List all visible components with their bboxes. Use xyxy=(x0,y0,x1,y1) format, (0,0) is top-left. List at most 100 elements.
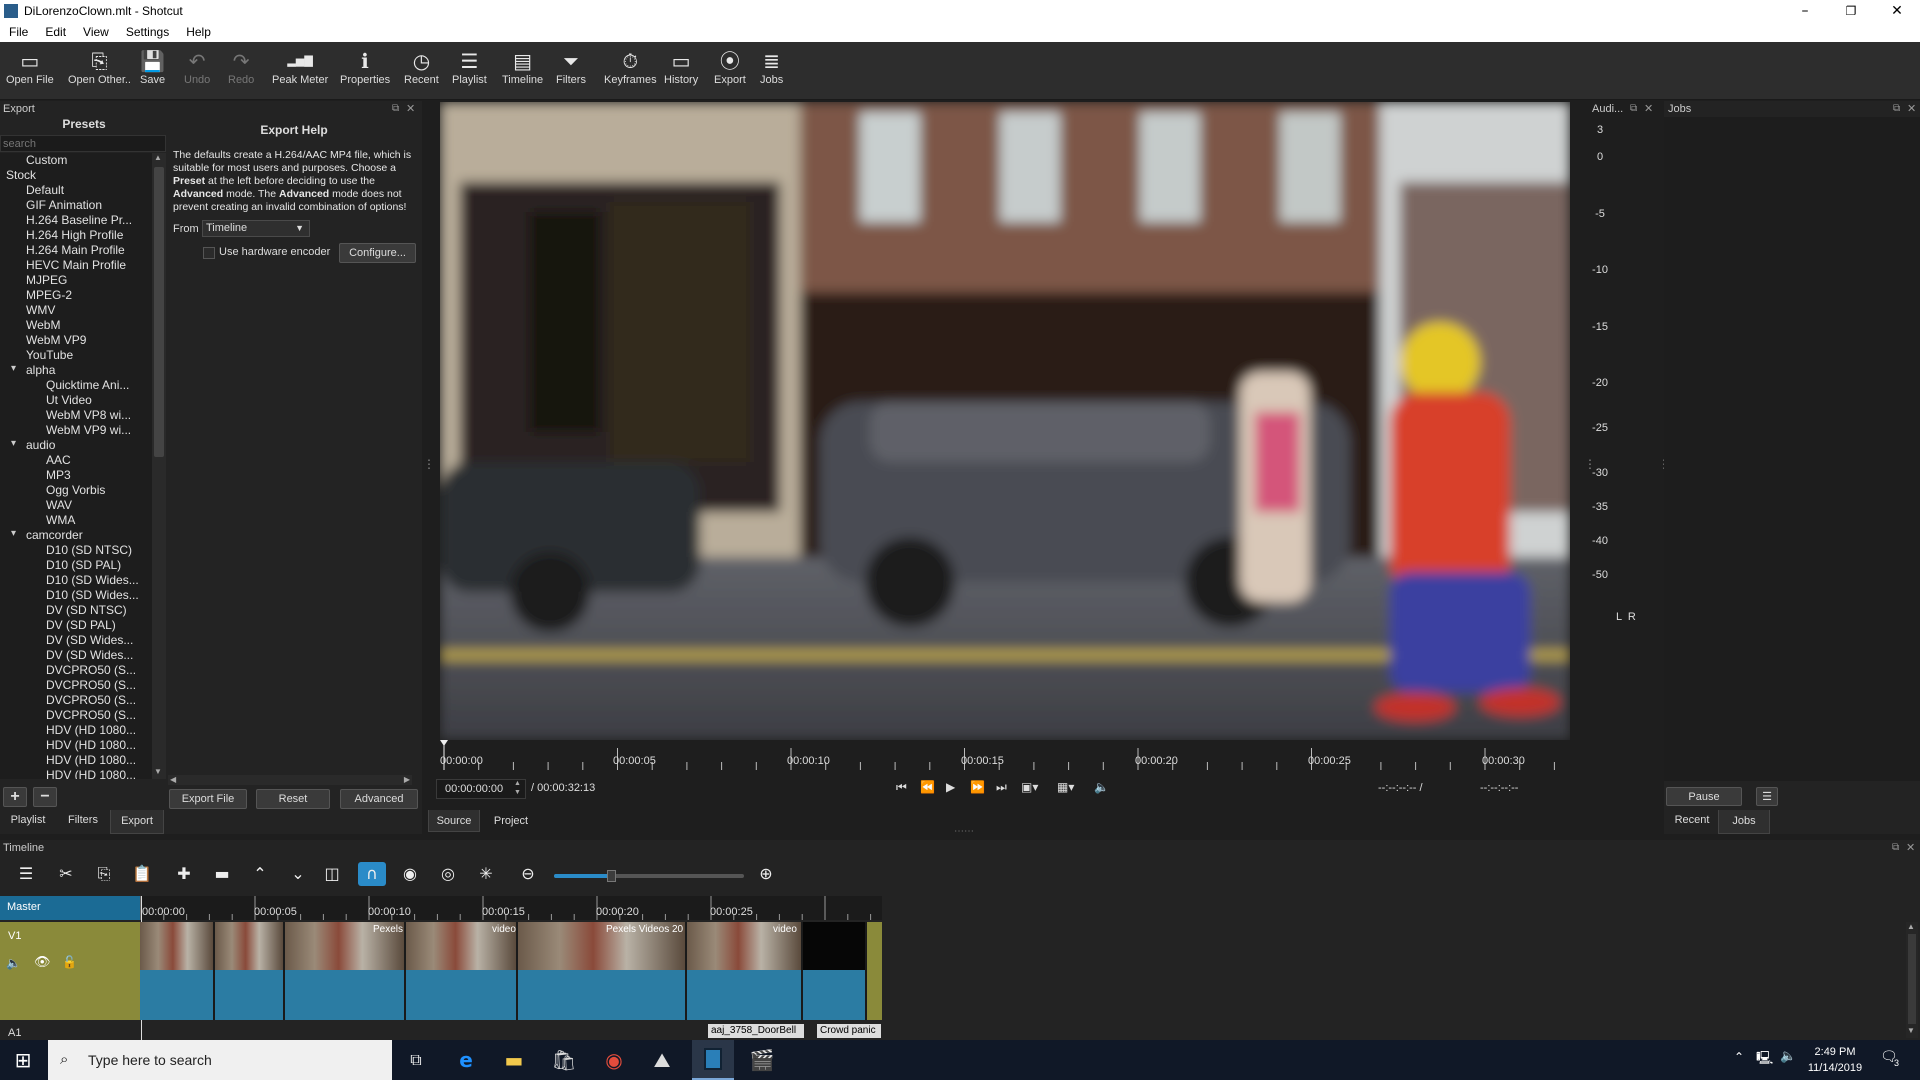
splitter-handle[interactable]: ⋮ xyxy=(1584,457,1596,471)
toolbar-timeline-button[interactable]: ▤ Timeline xyxy=(502,48,543,86)
preset-tree-item[interactable]: D10 (SD NTSC) xyxy=(46,543,132,557)
preset-tree-item[interactable]: DVCPRO50 (S... xyxy=(46,708,136,722)
preset-tree-item[interactable]: Quicktime Ani... xyxy=(46,378,129,392)
menu-settings[interactable]: Settings xyxy=(117,25,177,39)
preset-tree-item[interactable]: WAV xyxy=(46,498,72,512)
minimize-button[interactable]: – xyxy=(1782,0,1828,22)
tab-filters[interactable]: Filters xyxy=(56,809,110,833)
expand-arrow-icon[interactable]: ▾ xyxy=(11,438,16,449)
from-select[interactable]: Timeline ▼ xyxy=(202,220,310,237)
windows-start-icon[interactable]: ⊞ xyxy=(10,1047,36,1073)
shotcut-taskbar-button[interactable] xyxy=(692,1040,734,1080)
tab-recent[interactable]: Recent xyxy=(1664,809,1720,833)
menu-icon[interactable]: ☰ xyxy=(12,862,40,886)
preset-tree-item[interactable]: WebM xyxy=(26,318,60,332)
timeline-clip[interactable]: video xyxy=(687,922,803,1020)
pause-button[interactable]: Pause xyxy=(1666,787,1742,806)
preset-tree-scrollbar[interactable]: ▲ ▼ xyxy=(152,153,166,779)
preset-tree-item[interactable]: AAC xyxy=(46,453,71,467)
audio-clip[interactable]: Crowd panic xyxy=(817,1024,881,1038)
speaker-icon[interactable]: 🔈 xyxy=(1780,1049,1796,1064)
preset-tree-item[interactable]: MPEG-2 xyxy=(26,288,72,302)
preset-tree-item[interactable]: Default xyxy=(26,183,64,197)
preset-tree-item[interactable]: WebM VP9 xyxy=(26,333,86,347)
timeline-scrollbar[interactable]: ▲ ▼ xyxy=(1906,922,1918,1038)
undock-icon[interactable]: ⧉ xyxy=(1892,842,1899,853)
restore-button[interactable]: ❐ xyxy=(1828,0,1874,22)
toolbar-history-button[interactable]: ▭ History xyxy=(664,48,698,86)
timeline-clip[interactable]: Pexels xyxy=(285,922,406,1020)
show-hidden-icons-icon[interactable]: ⌃ xyxy=(1734,1050,1744,1064)
preset-tree-item[interactable]: DVCPRO50 (S... xyxy=(46,693,136,707)
photos-icon[interactable]: ⛰ xyxy=(646,1044,678,1076)
timeline-clip[interactable] xyxy=(215,922,285,1020)
timeline-clip[interactable] xyxy=(803,922,867,1020)
preset-tree-item[interactable]: ▾ audio xyxy=(11,438,55,452)
preset-tree-item[interactable]: WebM VP8 wi... xyxy=(46,408,131,422)
split-icon[interactable]: ◫ xyxy=(318,862,346,886)
preset-tree-item[interactable]: DVCPRO50 (S... xyxy=(46,678,136,692)
copy-icon[interactable]: ⎘ xyxy=(90,862,118,886)
toolbar-export-button[interactable]: ⦿ Export xyxy=(714,48,746,86)
lift-icon[interactable]: ⌃ xyxy=(246,862,274,886)
toolbar-peak-meter-button[interactable]: ▂▅▇ Peak Meter xyxy=(272,48,328,86)
preset-tree-item[interactable]: WebM VP9 wi... xyxy=(46,423,131,437)
preset-tree-item[interactable]: HDV (HD 1080... xyxy=(46,723,136,737)
preset-tree-item[interactable]: Custom xyxy=(26,153,67,167)
close-panel-icon[interactable]: ✕ xyxy=(1906,841,1915,854)
preset-tree-item[interactable]: HDV (HD 1080... xyxy=(46,768,136,779)
lock-icon[interactable]: 🔓 xyxy=(62,955,77,969)
ripple-all-icon[interactable]: ✳ xyxy=(472,862,500,886)
rewind-icon[interactable]: ⏪ xyxy=(920,780,935,794)
toolbar-redo-button[interactable]: ↷ Redo xyxy=(228,48,254,86)
timeline-clip[interactable]: video xyxy=(406,922,518,1020)
preset-tree-item[interactable]: WMV xyxy=(26,303,55,317)
timeline-ruler[interactable]: 00:00:00 00:00:05 00:00:10 00:00:15 00:0… xyxy=(140,896,882,920)
preset-tree-item[interactable]: Ut Video xyxy=(46,393,92,407)
v1-track-header[interactable]: V1 🔈 👁 🔓 xyxy=(0,922,140,1020)
task-view-icon[interactable]: ⧉ xyxy=(400,1044,432,1076)
file-explorer-icon[interactable]: ▬ xyxy=(498,1044,530,1076)
preset-tree-item[interactable]: H.264 Baseline Pr... xyxy=(26,213,132,227)
preset-tree-item[interactable]: ▾ camcorder xyxy=(11,528,83,542)
chrome-icon[interactable]: ◉ xyxy=(598,1044,630,1076)
toolbar-open-other-button[interactable]: ⎘ Open Other.. xyxy=(68,48,131,86)
toolbar-properties-button[interactable]: ℹ Properties xyxy=(340,48,390,86)
preset-tree-item[interactable]: D10 (SD Wides... xyxy=(46,588,139,602)
configure-button[interactable]: Configure... xyxy=(339,243,416,263)
export-file-button[interactable]: Export File xyxy=(169,789,247,809)
help-scrollbar[interactable]: ◀ ▶ xyxy=(168,775,412,785)
remove-preset-button[interactable]: − xyxy=(33,787,57,807)
zoom-in-icon[interactable]: ⊕ xyxy=(752,862,780,886)
preset-tree-item[interactable]: WMA xyxy=(46,513,75,527)
preset-tree-item[interactable]: MP3 xyxy=(46,468,71,482)
tab-playlist[interactable]: Playlist xyxy=(0,809,56,833)
grid-icon[interactable]: ▦▾ xyxy=(1057,780,1074,794)
preset-tree-item[interactable]: HDV (HD 1080... xyxy=(46,753,136,767)
preset-tree-item[interactable]: Ogg Vorbis xyxy=(46,483,105,497)
preset-tree-item[interactable]: GIF Animation xyxy=(26,198,102,212)
cut-icon[interactable]: ✂ xyxy=(52,862,80,886)
jobs-menu-icon[interactable]: ☰ xyxy=(1756,787,1778,806)
mute-icon[interactable]: 🔈 xyxy=(6,956,21,970)
undock-icon[interactable]: ⧉ xyxy=(1630,103,1637,114)
advanced-button[interactable]: Advanced xyxy=(340,789,418,809)
preset-tree-item[interactable]: HEVC Main Profile xyxy=(26,258,126,272)
snap-icon[interactable]: ∩ xyxy=(358,862,386,886)
toolbar-undo-button[interactable]: ↶ Undo xyxy=(184,48,210,86)
audio-clip[interactable]: aaj_3758_DoorBell xyxy=(708,1024,804,1038)
zoom-view-icon[interactable]: ▣▾ xyxy=(1021,780,1038,794)
timeline-clip[interactable] xyxy=(140,922,215,1020)
ripple-icon[interactable]: ◎ xyxy=(434,862,462,886)
zoom-slider[interactable] xyxy=(554,870,744,882)
tab-project[interactable]: Project xyxy=(484,810,538,832)
menu-file[interactable]: File xyxy=(0,25,36,39)
reset-button[interactable]: Reset xyxy=(256,789,330,809)
menu-edit[interactable]: Edit xyxy=(36,25,74,39)
close-panel-icon[interactable]: ✕ xyxy=(406,102,415,115)
eye-icon[interactable]: 👁 xyxy=(34,955,51,970)
edge-browser-icon[interactable]: e xyxy=(450,1044,482,1076)
toolbar-recent-button[interactable]: ◷ Recent xyxy=(404,48,439,86)
preset-tree-item[interactable]: DVCPRO50 (S... xyxy=(46,663,136,677)
hw-encoder-checkbox[interactable] xyxy=(203,247,215,259)
